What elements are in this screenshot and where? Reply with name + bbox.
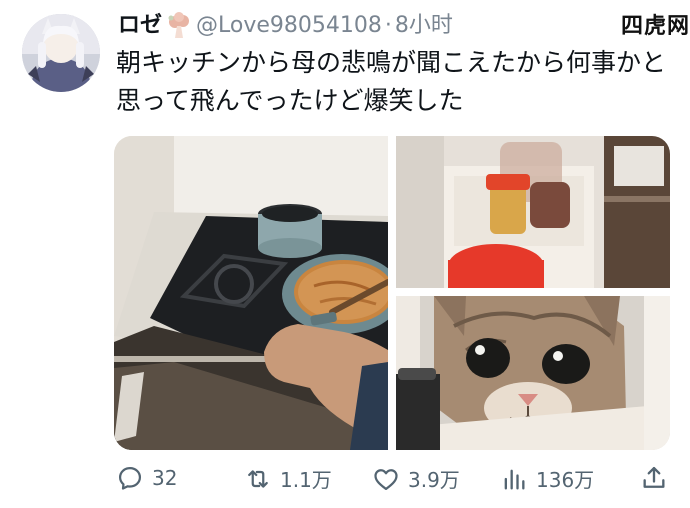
like-icon	[374, 468, 398, 490]
photo-drawer-jars[interactable]	[396, 136, 670, 288]
reply-count: 32	[152, 466, 178, 490]
media-grid	[114, 136, 670, 450]
display-name[interactable]: ロゼ	[118, 10, 162, 42]
views-count: 136万	[536, 468, 595, 492]
share-icon	[643, 466, 665, 488]
like-button[interactable]: 3.9万	[372, 464, 460, 493]
post-header: ロゼ @Love98054108 · 8小时	[118, 10, 453, 42]
action-bar: 32 1.1万 3.9万 136万	[110, 458, 680, 498]
avatar-image	[22, 14, 100, 92]
like-count: 3.9万	[408, 468, 460, 492]
avatar[interactable]	[22, 14, 100, 92]
views-button[interactable]: 136万	[500, 464, 594, 493]
repost-count: 1.1万	[280, 468, 332, 492]
share-button[interactable]	[640, 464, 668, 492]
media-divider	[396, 288, 670, 296]
post-time[interactable]: 8小时	[395, 10, 453, 42]
broccoli-emoji-icon	[164, 12, 194, 40]
reply-icon	[118, 466, 142, 490]
tweet-text: 朝キッチンから母の悲鳴が聞こえたから何事かと思って飛んでったけど爆笑した	[116, 48, 667, 115]
reply-button[interactable]: 32	[116, 464, 177, 492]
tweet-card: ロゼ @Love98054108 · 8小时 四虎网 朝キッチンから母の悲鳴が聞…	[0, 0, 690, 508]
handle[interactable]: @Love98054108	[196, 10, 382, 42]
repost-icon	[248, 469, 268, 488]
repost-button[interactable]: 1.1万	[244, 464, 332, 493]
photo-kitchen-stove[interactable]	[114, 136, 402, 450]
photo-cat-in-drawer[interactable]	[396, 296, 670, 450]
watermark: 四虎网	[620, 14, 690, 39]
views-icon	[504, 469, 525, 489]
media-divider	[388, 136, 396, 450]
separator-dot: ·	[384, 13, 392, 38]
